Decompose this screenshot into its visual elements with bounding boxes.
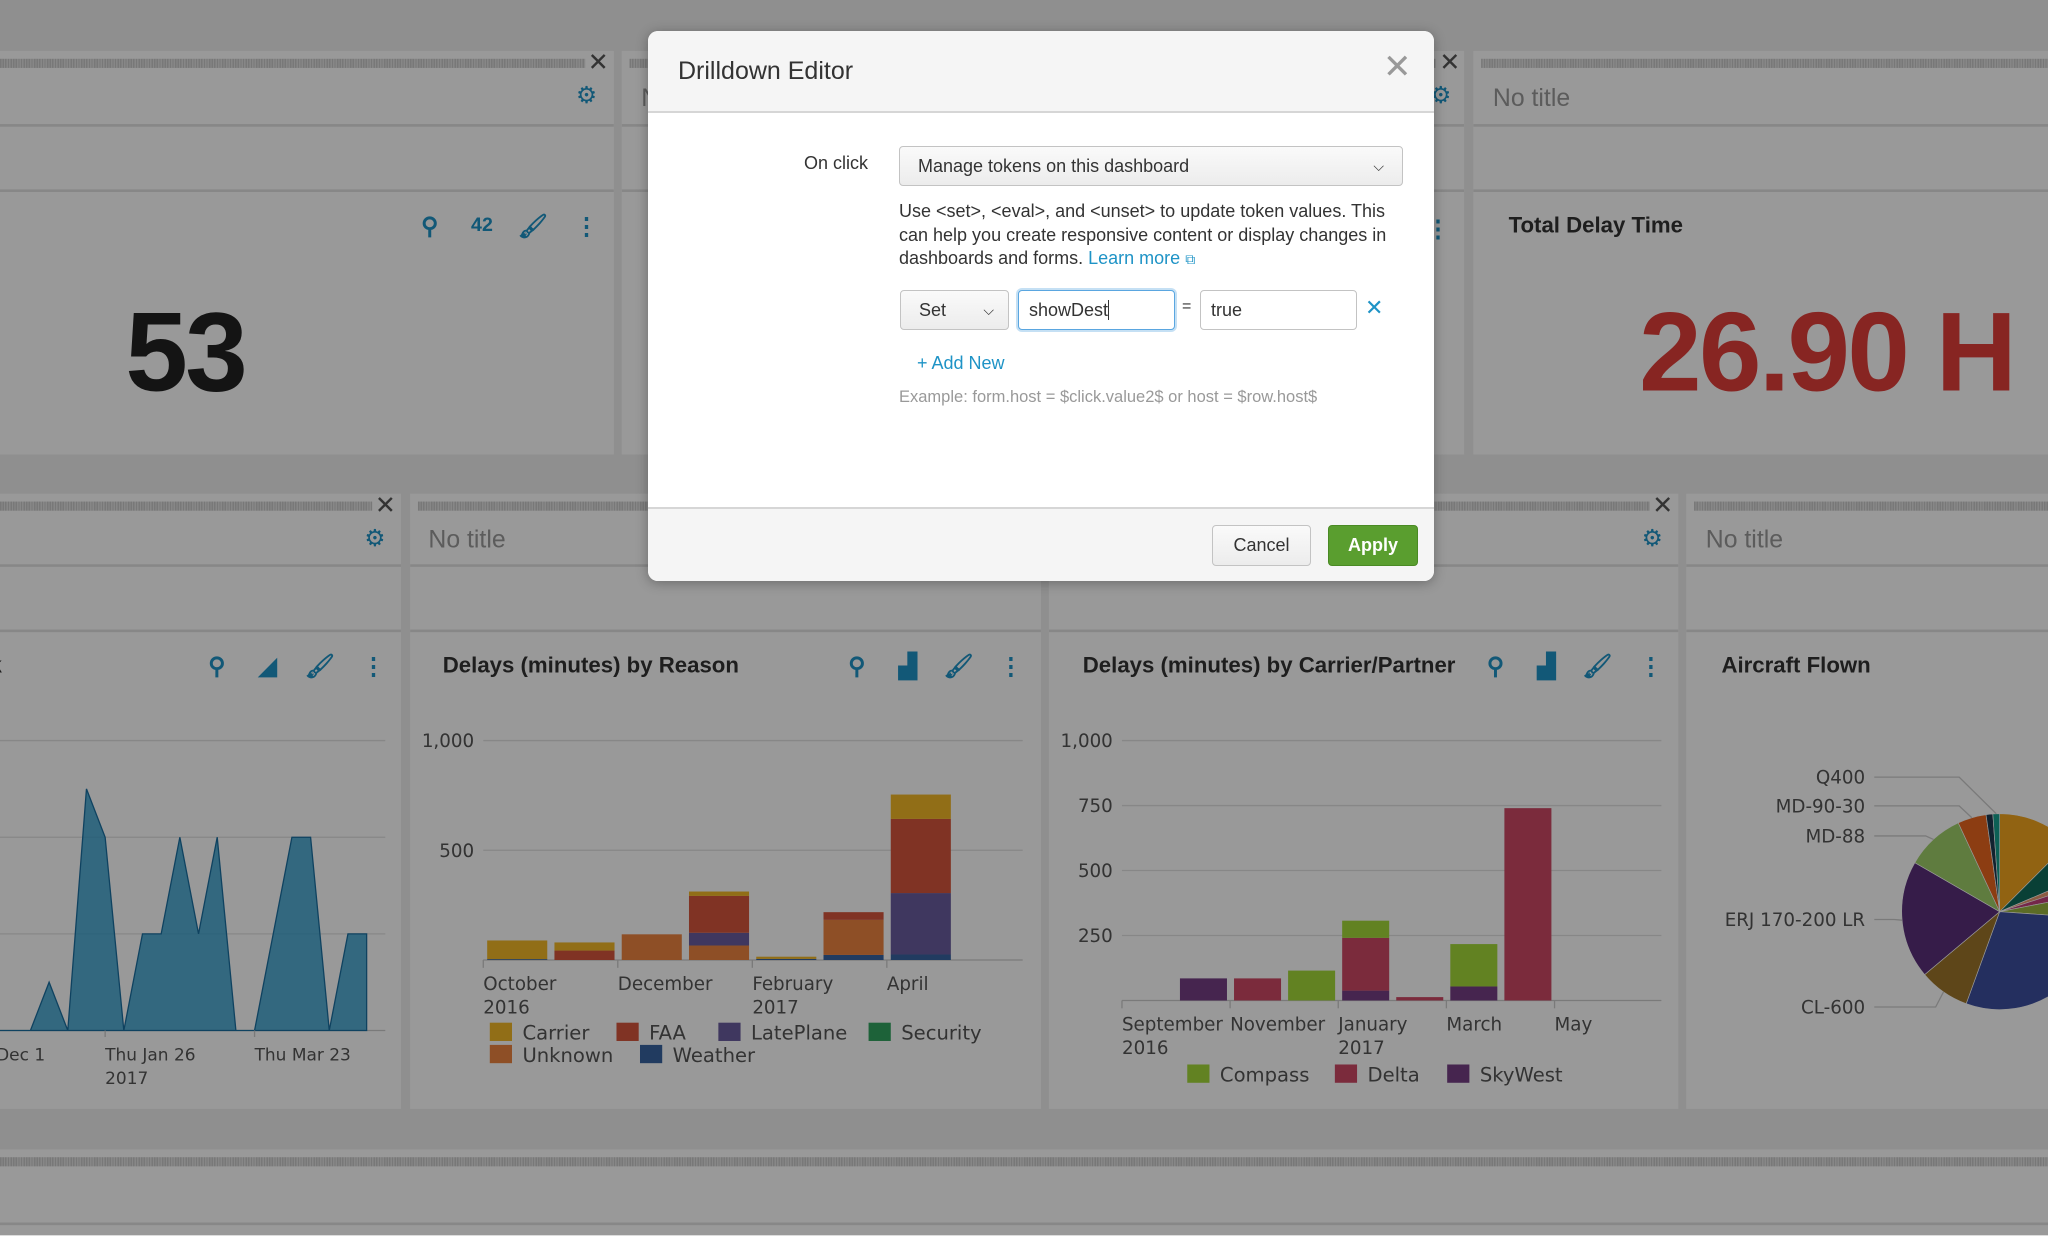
external-link-icon: ⧉ xyxy=(1185,251,1195,267)
example-text: Example: form.host = $click.value2$ or h… xyxy=(899,388,1317,407)
on-click-select[interactable]: Manage tokens on this dashboard ⌵ xyxy=(899,146,1403,186)
chevron-down-icon: ⌵ xyxy=(1373,158,1384,175)
on-click-value: Manage tokens on this dashboard xyxy=(918,156,1189,177)
equals-sign: = xyxy=(1182,298,1191,316)
token-action-value: Set xyxy=(919,300,946,321)
token-action-select[interactable]: Set ⌵ xyxy=(900,290,1009,330)
token-value-input[interactable]: true xyxy=(1200,290,1357,330)
on-click-label: On click xyxy=(804,153,868,174)
learn-more-link[interactable]: Learn more ⧉ xyxy=(1088,248,1195,268)
description: Use <set>, <eval>, and <unset> to update… xyxy=(899,200,1411,272)
apply-button[interactable]: Apply xyxy=(1328,525,1418,566)
remove-token-icon[interactable]: ✕ xyxy=(1365,295,1383,321)
dialog-footer: Cancel Apply xyxy=(648,507,1434,581)
drilldown-editor-dialog: Drilldown Editor ✕ On click Manage token… xyxy=(648,31,1434,581)
dialog-title: Drilldown Editor xyxy=(678,57,853,86)
token-name-input[interactable]: showDest xyxy=(1018,290,1175,330)
cancel-button[interactable]: Cancel xyxy=(1212,525,1311,566)
chevron-down-icon: ⌵ xyxy=(983,302,994,319)
add-new-link[interactable]: + Add New xyxy=(917,353,1005,374)
close-icon[interactable]: ✕ xyxy=(1383,49,1412,85)
